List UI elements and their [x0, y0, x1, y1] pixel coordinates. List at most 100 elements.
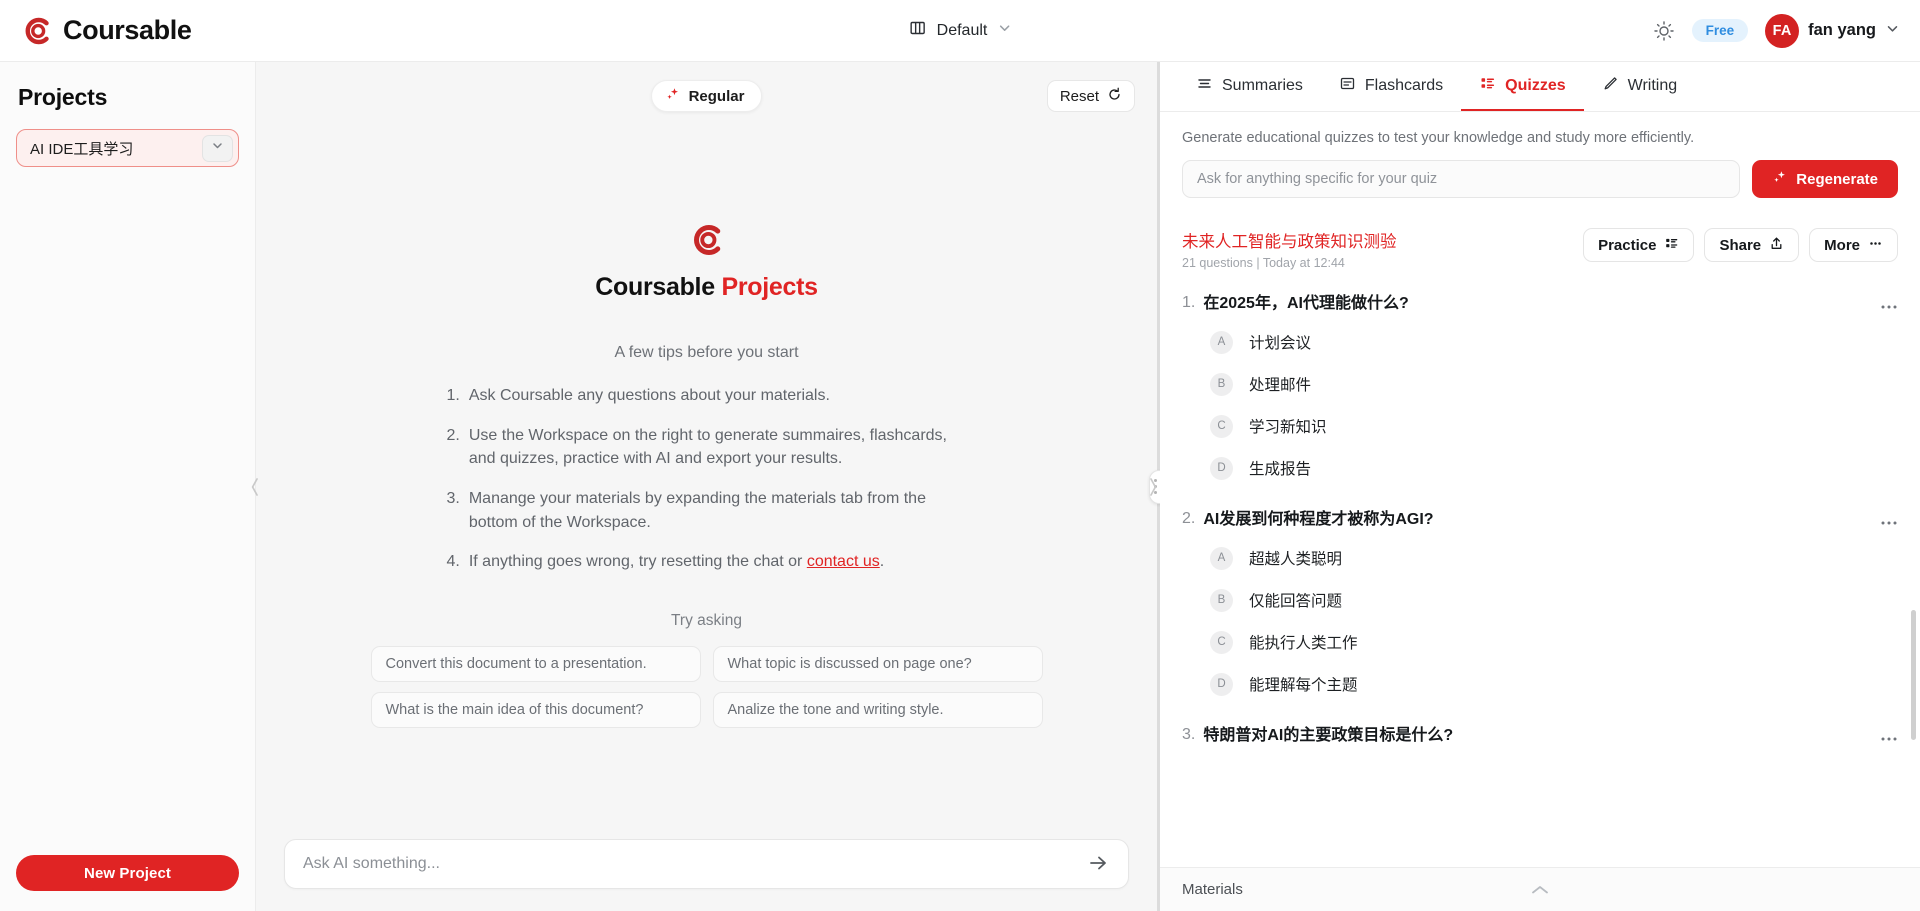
quiz-question: 1. 在2025年，AI代理能做什么? A 计划会议 B 处理邮件 C 学习新知…: [1182, 294, 1898, 480]
sun-icon[interactable]: [1653, 20, 1675, 42]
suggestion-chip[interactable]: What topic is discussed on page one?: [712, 645, 1043, 682]
chat-toolbar: Regular Reset: [278, 62, 1135, 120]
option-text: 能理解每个主题: [1249, 677, 1358, 695]
composer: [284, 839, 1129, 889]
send-button[interactable]: [1084, 849, 1112, 880]
option-key: B: [1210, 588, 1233, 612]
chevron-left-icon: [251, 477, 258, 496]
suggestion-chip[interactable]: What is the main idea of this document?: [370, 691, 701, 728]
tab-label: Writing: [1627, 76, 1678, 94]
quiz-option[interactable]: D 能理解每个主题: [1210, 672, 1898, 696]
option-text: 能执行人类工作: [1249, 635, 1358, 653]
quiz-option[interactable]: D 生成报告: [1210, 456, 1898, 480]
sparkles-icon: [1772, 169, 1788, 189]
quiz-option[interactable]: C 能执行人类工作: [1210, 630, 1898, 654]
option-key: D: [1210, 456, 1233, 480]
question-more-button[interactable]: [1880, 510, 1898, 529]
regenerate-button[interactable]: Regenerate: [1752, 160, 1898, 198]
workspace-scrollbar[interactable]: [1911, 610, 1916, 740]
list-item: 4. If anything goes wrong, try resetting…: [447, 550, 967, 574]
option-list: A 超越人类聪明 B 仅能回答问题 C 能执行人类工作 D 能理解每个主题: [1210, 546, 1898, 696]
layout-selector[interactable]: Default: [899, 13, 1022, 48]
columns-icon: [909, 19, 927, 42]
quiz-meta: 21 questions | Today at 12:44: [1182, 256, 1345, 270]
more-button[interactable]: More: [1809, 228, 1898, 262]
mode-selector[interactable]: Regular: [650, 80, 763, 112]
option-text: 学习新知识: [1249, 419, 1327, 437]
chevron-down-icon: [211, 139, 224, 157]
project-name: AI IDE工具学习: [30, 140, 134, 158]
user-menu[interactable]: FA fan yang: [1765, 13, 1900, 48]
quiz-header: 未来人工智能与政策知识测验 21 questions | Today at 12…: [1160, 198, 1920, 270]
workspace-tabs: Summaries Flashcards Quizzes Writing: [1160, 62, 1920, 112]
option-text: 计划会议: [1249, 335, 1312, 353]
share-button[interactable]: Share: [1704, 228, 1800, 262]
chevron-up-icon[interactable]: [1529, 883, 1551, 897]
chat-input[interactable]: [303, 855, 1084, 873]
option-text: 仅能回答问题: [1249, 593, 1343, 611]
option-list: A 计划会议 B 处理邮件 C 学习新知识 D 生成报告: [1210, 330, 1898, 480]
tips-list: 1. Ask Coursable any questions about you…: [447, 384, 967, 589]
try-asking-label: Try asking: [671, 611, 742, 629]
question-title-row: 1. 在2025年，AI代理能做什么?: [1182, 294, 1898, 315]
tab-quizzes[interactable]: Quizzes: [1461, 62, 1584, 111]
tab-label: Summaries: [1222, 76, 1303, 94]
quiz-prompt-row: Regenerate: [1160, 146, 1920, 198]
top-bar: Coursable Default Free FA fan yang: [0, 0, 1920, 62]
quiz-option[interactable]: A 超越人类聪明: [1210, 546, 1898, 570]
reset-button[interactable]: Reset: [1046, 80, 1135, 112]
list-item: 1. Ask Coursable any questions about you…: [447, 384, 967, 408]
quiz-question: 2. AI发展到何种程度才被称为AGI? A 超越人类聪明 B 仅能回答问题 C…: [1182, 510, 1898, 696]
sidebar-item-project[interactable]: AI IDE工具学习: [16, 129, 239, 167]
regenerate-label: Regenerate: [1796, 170, 1878, 188]
quiz-prompt-input[interactable]: [1182, 160, 1741, 198]
lines-icon: [1196, 75, 1213, 97]
ellipsis-icon: [1868, 236, 1883, 255]
app-root: Coursable Default Free FA fan yang Proje…: [0, 0, 1920, 911]
brand-logo[interactable]: Coursable: [22, 15, 192, 46]
suggestion-chip[interactable]: Analize the tone and writing style.: [712, 691, 1043, 728]
quiz-option[interactable]: B 仅能回答问题: [1210, 588, 1898, 612]
practice-label: Practice: [1598, 236, 1657, 254]
tip-text: If anything goes wrong, try resetting th…: [469, 550, 884, 574]
option-key: A: [1210, 546, 1233, 570]
materials-bar[interactable]: Materials: [1160, 867, 1920, 911]
coursable-logo-icon: [22, 16, 52, 46]
pencil-icon: [1602, 75, 1619, 97]
hero-title-accent: Projects: [721, 273, 818, 302]
tip-number: 2.: [446, 426, 460, 444]
quiz-title[interactable]: 未来人工智能与政策知识测验: [1182, 228, 1397, 252]
sparkles-icon: [665, 86, 681, 107]
contact-us-link[interactable]: contact us: [807, 553, 880, 570]
suggestion-chip[interactable]: Convert this document to a presentation.: [370, 645, 701, 682]
question-text: 特朗普对AI的主要政策目标是什么?: [1203, 726, 1454, 744]
username-label: fan yang: [1808, 21, 1876, 39]
quiz-option[interactable]: C 学习新知识: [1210, 414, 1898, 438]
question-more-button[interactable]: [1880, 726, 1898, 745]
question-text: 在2025年，AI代理能做什么?: [1203, 295, 1409, 312]
project-expand-button[interactable]: [202, 134, 233, 162]
option-key: A: [1210, 330, 1233, 354]
plan-badge[interactable]: Free: [1691, 19, 1749, 42]
reset-label: Reset: [1059, 87, 1099, 105]
question-title-row: 3. 特朗普对AI的主要政策目标是什么?: [1182, 726, 1898, 747]
tip-text-before: If anything goes wrong, try resetting th…: [468, 553, 807, 571]
tab-writing[interactable]: Writing: [1584, 62, 1696, 111]
tab-summaries[interactable]: Summaries: [1178, 62, 1321, 111]
question-title-row: 2. AI发展到何种程度才被称为AGI?: [1182, 510, 1898, 531]
quiz-option[interactable]: A 计划会议: [1210, 330, 1898, 354]
avatar: FA: [1765, 13, 1800, 48]
new-project-button[interactable]: New Project: [16, 855, 239, 891]
tab-flashcards[interactable]: Flashcards: [1321, 62, 1461, 111]
workspace-description: Generate educational quizzes to test you…: [1182, 130, 1695, 146]
sidebar-collapse-handle[interactable]: [245, 470, 265, 504]
practice-button[interactable]: Practice: [1583, 228, 1695, 262]
rotate-ccw-icon: [1107, 87, 1122, 106]
chevron-down-icon: [997, 21, 1011, 40]
question-more-button[interactable]: [1880, 294, 1898, 313]
workspace-expand-handle[interactable]: [1143, 470, 1163, 504]
option-key: D: [1210, 672, 1233, 696]
quiz-option[interactable]: B 处理邮件: [1210, 372, 1898, 396]
question-number: 2.: [1182, 509, 1196, 527]
option-text: 处理邮件: [1249, 377, 1312, 395]
